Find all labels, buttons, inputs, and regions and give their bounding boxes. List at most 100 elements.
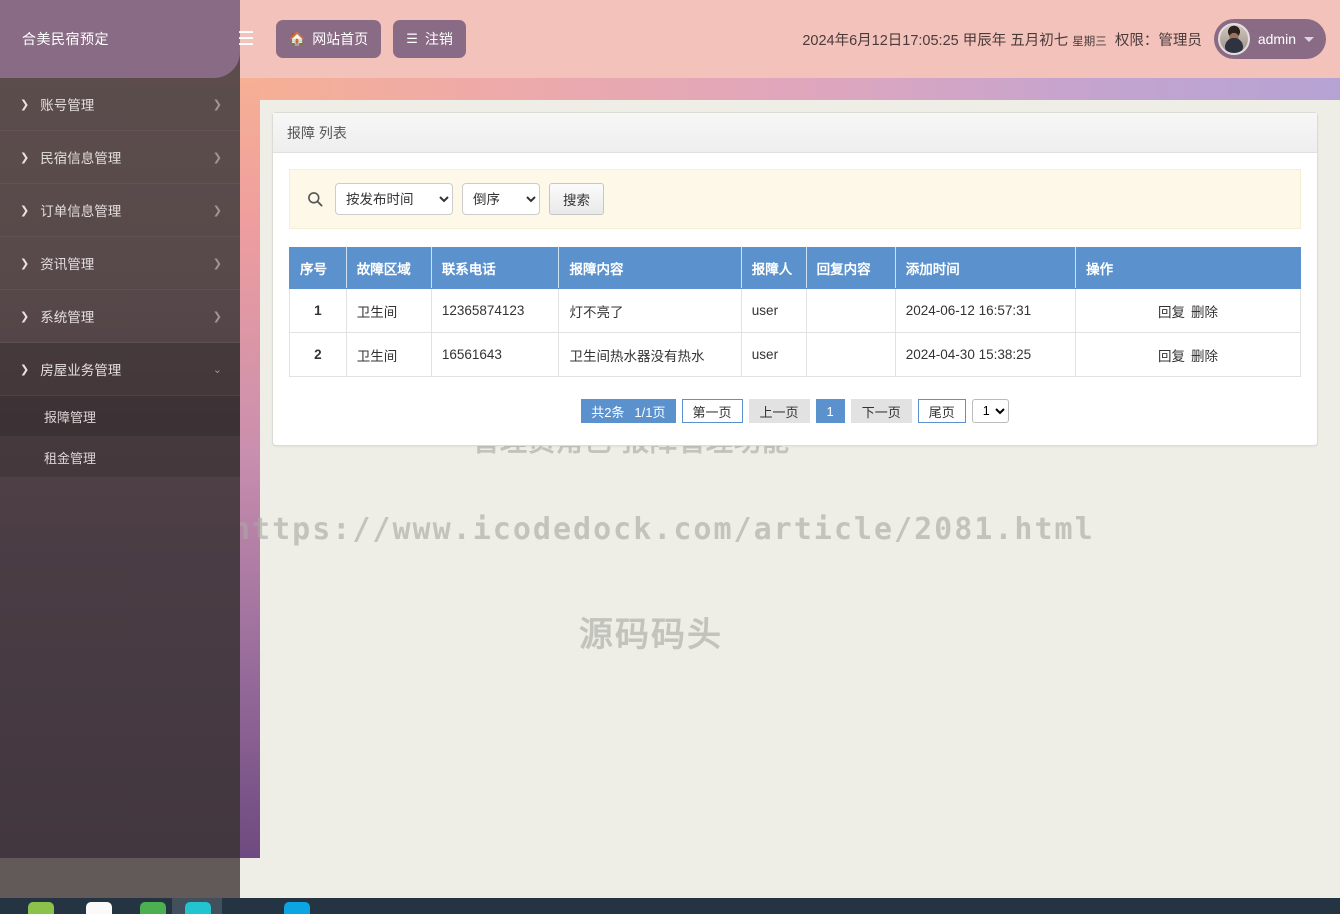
chevron-right-icon: ❯: [20, 204, 30, 217]
panel-body: 按发布时间 倒序正序 搜索 序号故障区域联系电话报障内容报障人回复内容添加时间操…: [273, 153, 1317, 445]
content-panel: 报障 列表 按发布时间 倒序正序 搜索 序号故障区域联系电话报障内容报障人回复内…: [272, 112, 1318, 446]
sidebar-item-label: 系统管理: [40, 310, 95, 325]
taskbar-icon-5[interactable]: [284, 902, 310, 914]
logout-button[interactable]: ☰ 注销: [393, 20, 466, 58]
chevron-right-icon: ❯: [212, 310, 222, 323]
sidebar-item-5[interactable]: ❯ 房屋业务管理 ⌄: [0, 343, 240, 396]
filter-toolbar: 按发布时间 倒序正序 搜索: [289, 169, 1301, 229]
cell-operations: 回复 删除: [1075, 288, 1301, 333]
cell-area: 卫生间: [345, 332, 432, 377]
hamburger-icon[interactable]: ☰: [228, 19, 264, 59]
taskbar-icon-2[interactable]: [86, 902, 112, 914]
taskbar-icon-1[interactable]: [28, 902, 54, 914]
table-header-row: 序号 故障区域 联系电话 报障内容 报障人 回复内容 添加时间 操作: [289, 247, 1301, 289]
cell-operations: 回复 删除: [1075, 332, 1301, 377]
cell-reply: [805, 288, 896, 333]
sidebar-item-2[interactable]: ❯ 订单信息管理 ❯: [0, 184, 240, 237]
pagination-total: 共2条: [591, 404, 625, 420]
cell-area: 卫生间: [345, 288, 432, 333]
table-row: 1 卫生间 12365874123 灯不亮了 user 2024-06-12 16:57:…: [289, 288, 1301, 333]
pagination-last[interactable]: 尾页: [917, 399, 966, 423]
topbar: ☰ 🏠 网站首页 ☰ 注销 2024年6月12日17:05:25 甲辰年 五月初…: [237, 0, 1340, 78]
taskbar-icon-4[interactable]: [185, 902, 211, 914]
topbar-right: 2024年6月12日17:05:25 甲辰年 五月初七 星期三 权限：管理员 a…: [802, 19, 1340, 59]
pagination-current[interactable]: 1: [815, 399, 845, 423]
chevron-down-icon: [1304, 36, 1314, 42]
username-label: admin: [1257, 31, 1296, 47]
gradient-band: [240, 78, 1340, 100]
filter-order-select[interactable]: 倒序正序: [462, 183, 540, 215]
cell-time: 2024-06-12 16:57:31: [894, 288, 1077, 333]
logout-button-label: 注销: [424, 31, 453, 47]
taskbar-icon-3[interactable]: [140, 902, 166, 914]
sidebar-brand-label: 合美民宿预定: [22, 31, 109, 47]
home-icon: 🏠: [289, 31, 306, 46]
table-header-cell: 添加时间: [894, 247, 1077, 289]
sidebar-menu: ❯ 账号管理 ❯ ❯ 民宿信息管理 ❯ ❯ 订单信息管理 ❯ ❯ 资讯管理 ❯ ❯ 系统管理 ❯ ❯ 房屋业务管…: [0, 78, 240, 478]
datetime-text: 2024年6月12日17:05:25 甲辰年 五月初七: [802, 32, 1069, 49]
sidebar-subitem-1[interactable]: 租金管理: [0, 437, 240, 478]
home-button[interactable]: 🏠 网站首页: [276, 20, 382, 58]
filter-field-select[interactable]: 按发布时间: [335, 183, 453, 215]
sidebar-item-label: 订单信息管理: [40, 204, 122, 219]
pagination-prev[interactable]: 上一页: [748, 399, 810, 423]
role-value: 管理员: [1158, 32, 1202, 49]
cell-person: user: [740, 332, 807, 377]
op-删除[interactable]: 删除: [1191, 349, 1218, 364]
table-header-cell: 联系电话: [430, 247, 560, 289]
sidebar-brand[interactable]: 合美民宿预定: [0, 0, 240, 78]
cell-content: 卫生间热水器没有热水: [558, 332, 742, 377]
table-head: 序号 故障区域 联系电话 报障内容 报障人 回复内容 添加时间 操作: [289, 247, 1301, 289]
op-删除[interactable]: 删除: [1191, 305, 1218, 320]
table-header-cell: 报障内容: [558, 247, 742, 289]
sidebar-subitem-label: 租金管理: [44, 450, 97, 466]
pagination: 共2条 1/1页 第一页 上一页 1 下一页 尾页 1: [289, 399, 1301, 423]
sidebar-item-4[interactable]: ❯ 系统管理 ❯: [0, 290, 240, 343]
taskbar: [0, 898, 1340, 914]
table-header-cell: 故障区域: [345, 247, 432, 289]
chevron-right-icon: ❯: [212, 151, 222, 164]
pagination-first[interactable]: 第一页: [681, 399, 743, 423]
page-title: 报障 列表: [287, 124, 347, 141]
cell-index: 1: [289, 288, 347, 333]
sidebar-item-label: 账号管理: [40, 98, 95, 113]
sidebar-accent-strip: [240, 78, 260, 858]
user-menu[interactable]: admin: [1213, 19, 1326, 59]
op-回复[interactable]: 回复: [1158, 305, 1185, 320]
op-回复[interactable]: 回复: [1158, 349, 1185, 364]
sidebar: 合美民宿预定 ❯ 账号管理 ❯ ❯ 民宿信息管理 ❯ ❯ 订单信息管理 ❯ ❯ 资讯管理 ❯ ❯ 系统管理…: [0, 0, 240, 858]
search-button[interactable]: 搜索: [549, 183, 604, 215]
cell-phone: 16561643: [430, 332, 560, 377]
chevron-right-icon: ❯: [20, 310, 30, 323]
chevron-right-icon: ❯: [212, 204, 222, 217]
role-label: 权限：: [1114, 32, 1159, 49]
chevron-right-icon: ❯: [20, 98, 30, 111]
pagination-next[interactable]: 下一页: [850, 399, 912, 423]
table-header-cell: 序号: [289, 247, 347, 289]
sidebar-subitem-0[interactable]: 报障管理: [0, 396, 240, 437]
chevron-down-icon: ⌄: [212, 363, 222, 376]
search-icon: [304, 191, 326, 207]
sidebar-item-label: 资讯管理: [40, 257, 95, 272]
pagination-jump-select[interactable]: 1: [971, 399, 1009, 423]
home-button-label: 网站首页: [312, 31, 369, 47]
table-header-cell: 回复内容: [805, 247, 896, 289]
sidebar-item-1[interactable]: ❯ 民宿信息管理 ❯: [0, 131, 240, 184]
table-body: 1 卫生间 12365874123 灯不亮了 user 2024-06-12 16:57:…: [289, 288, 1301, 377]
chevron-right-icon: ❯: [212, 257, 222, 270]
chevron-right-icon: ❯: [212, 98, 222, 111]
chevron-right-icon: ❯: [20, 363, 30, 376]
pagination-info: 共2条 1/1页: [581, 399, 676, 423]
cell-content: 灯不亮了: [558, 288, 742, 333]
sidebar-subitem-label: 报障管理: [44, 409, 97, 425]
sidebar-item-0[interactable]: ❯ 账号管理 ❯: [0, 78, 240, 131]
sidebar-item-3[interactable]: ❯ 资讯管理 ❯: [0, 237, 240, 290]
sidebar-footer: [0, 858, 240, 898]
avatar: [1217, 23, 1250, 55]
sidebar-item-label: 民宿信息管理: [40, 151, 122, 166]
table-header-cell: 操作: [1075, 247, 1301, 289]
chevron-right-icon: ❯: [20, 151, 30, 164]
weekday-text: 星期三: [1072, 35, 1107, 48]
cell-reply: [805, 332, 896, 377]
panel-header: 报障 列表: [273, 113, 1317, 153]
